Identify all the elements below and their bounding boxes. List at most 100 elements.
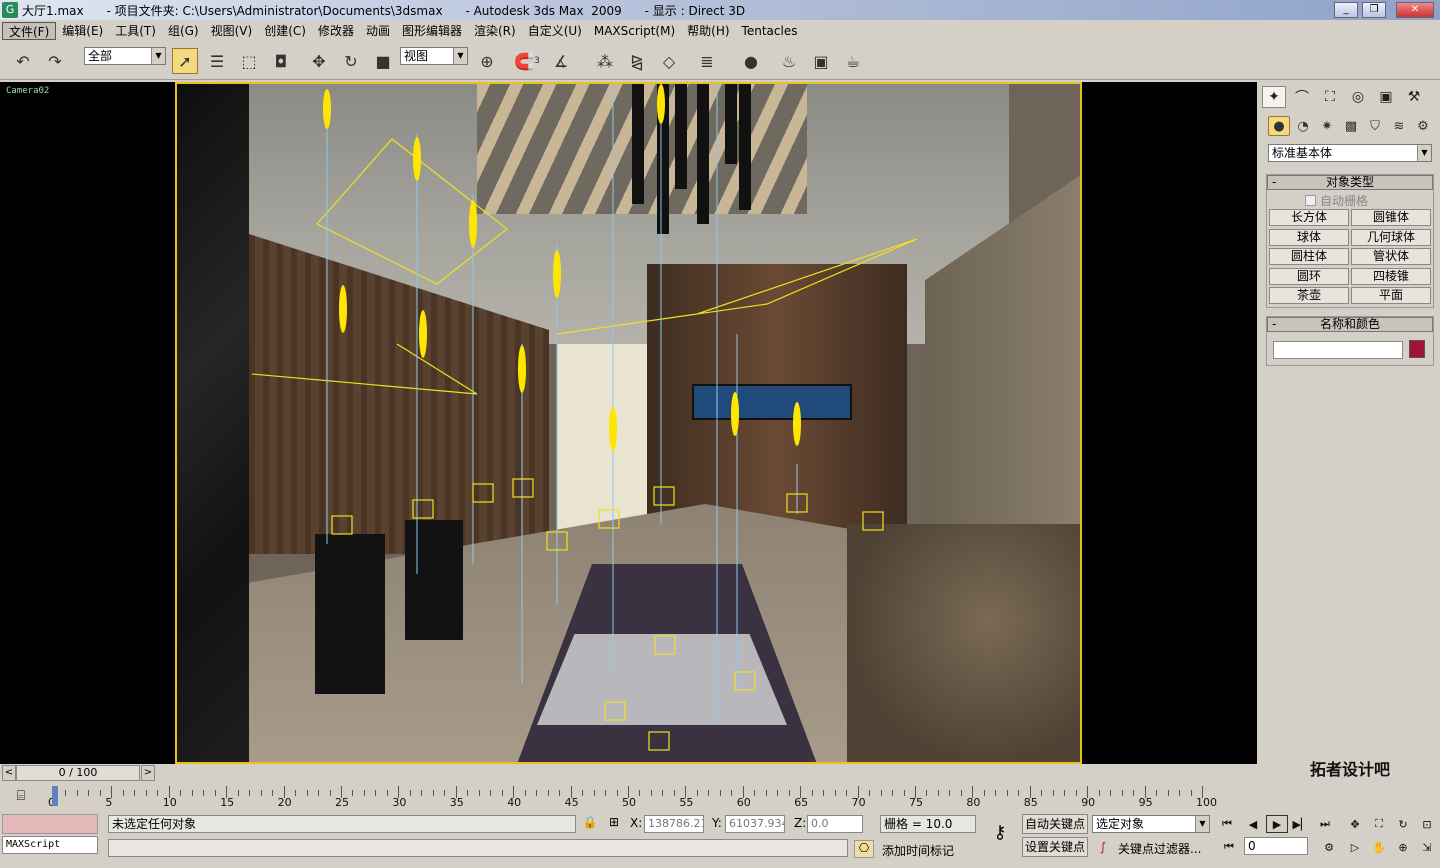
frame-ruler[interactable]: 0510152025303540455055606570758085909510… <box>48 784 1217 812</box>
window-crossing-icon[interactable]: ◘ <box>268 48 294 74</box>
transform-mode-icon[interactable]: ⊞ <box>606 815 622 833</box>
menu-tools[interactable]: 工具(T) <box>109 22 162 40</box>
cameras-icon[interactable]: ▩ <box>1340 116 1362 136</box>
field-of-view-icon[interactable]: ▷ <box>1344 838 1366 856</box>
undo-icon[interactable]: ↶ <box>10 48 36 74</box>
reference-coordinate-dropdown[interactable]: 视图 ▼ <box>400 47 468 65</box>
dolly-icon[interactable]: ⊕ <box>1392 838 1414 856</box>
pyramid-button[interactable]: 四棱锥 <box>1351 268 1431 285</box>
key-icon[interactable]: ⚷ <box>986 822 1014 844</box>
lock-icon[interactable]: 🔒 <box>582 815 598 833</box>
angle-snap-icon[interactable]: ∡ <box>548 48 574 74</box>
select-by-name-icon[interactable]: ☰ <box>204 48 230 74</box>
z-coordinate-field[interactable]: 0.0 <box>807 815 863 833</box>
rectangular-selection-icon[interactable]: ⬚ <box>236 48 262 74</box>
menu-rendering[interactable]: 渲染(R) <box>468 22 522 40</box>
cylinder-button[interactable]: 圆柱体 <box>1269 248 1349 265</box>
viewport-label[interactable]: Camera02 <box>6 86 49 96</box>
time-slider-thumb[interactable]: 0 / 100 <box>16 765 140 781</box>
curve-icon[interactable]: ∫ <box>1094 840 1112 858</box>
material-editor-icon[interactable]: ● <box>738 48 764 74</box>
snap-toggle-icon[interactable]: 🧲 3 <box>514 48 540 74</box>
selection-filter-dropdown[interactable]: 全部 ▼ <box>84 47 166 65</box>
zoom-icon[interactable]: ✥ <box>1344 815 1366 833</box>
orbit-icon[interactable]: ↻ <box>1392 815 1414 833</box>
time-tag-icon[interactable]: ⎔ <box>854 840 874 858</box>
object-category-dropdown[interactable]: 标准基本体 ▼ <box>1268 144 1432 162</box>
plane-button[interactable]: 平面 <box>1351 287 1431 304</box>
pan-icon[interactable]: ✋ <box>1368 838 1390 856</box>
menu-modifiers[interactable]: 修改器 <box>312 22 360 40</box>
menu-create[interactable]: 创建(C) <box>258 22 312 40</box>
maximize-viewport-icon[interactable]: ⊡ <box>1416 815 1438 833</box>
menu-group[interactable]: 组(G) <box>162 22 205 40</box>
named-selection-icon[interactable]: ⁂ <box>592 48 618 74</box>
time-config-icon[interactable]: ⚙ <box>1318 838 1340 856</box>
close-button[interactable]: ✕ <box>1396 2 1434 18</box>
systems-icon[interactable]: ⚙ <box>1412 116 1434 136</box>
menu-customize[interactable]: 自定义(U) <box>522 22 588 40</box>
previous-frame-icon[interactable]: ◀ <box>1242 815 1264 833</box>
object-name-field[interactable] <box>1273 341 1403 359</box>
redo-icon[interactable]: ↷ <box>42 48 68 74</box>
hierarchy-icon[interactable]: ⛶ <box>1318 86 1342 108</box>
restore-button[interactable]: ❐ <box>1362 2 1386 18</box>
shapes-icon[interactable]: ◔ <box>1292 116 1314 136</box>
key-mode-toggle-icon[interactable]: ⏮ <box>1218 838 1240 856</box>
y-coordinate-field[interactable]: 61037.934 <box>725 815 785 833</box>
current-frame-field[interactable]: 0 <box>1244 837 1308 855</box>
object-type-header[interactable]: - 对象类型 <box>1267 175 1433 190</box>
sphere-button[interactable]: 球体 <box>1269 229 1349 246</box>
teapot-button[interactable]: 茶壶 <box>1269 287 1349 304</box>
key-mode-dropdown[interactable]: 选定对象 ▼ <box>1092 815 1210 833</box>
render-setup-icon[interactable]: ♨ <box>776 48 802 74</box>
quick-render-icon[interactable]: ☕ <box>840 48 866 74</box>
zoom-all-icon[interactable]: ⛶ <box>1368 815 1390 833</box>
rendered-frame-icon[interactable]: ▣ <box>808 48 834 74</box>
geometry-icon[interactable]: ● <box>1268 116 1290 136</box>
app-icon[interactable]: G <box>2 2 18 18</box>
space-warps-icon[interactable]: ≋ <box>1388 116 1410 136</box>
utilities-icon[interactable]: ⚒ <box>1402 86 1426 108</box>
next-frame-button[interactable]: > <box>141 765 155 781</box>
menu-maxscript[interactable]: MAXScript(M) <box>588 22 681 40</box>
track-bar[interactable]: ⌸ 05101520253035404550556065707580859095… <box>0 784 1257 812</box>
maxscript-listener-field[interactable]: MAXScript <box>2 836 98 854</box>
select-object-icon[interactable]: ➚ <box>172 48 198 74</box>
motion-icon[interactable]: ◎ <box>1346 86 1370 108</box>
menu-tentacles[interactable]: Tentacles <box>736 22 804 40</box>
torus-button[interactable]: 圆环 <box>1269 268 1349 285</box>
align-icon[interactable]: ◇ <box>656 48 682 74</box>
auto-key-button[interactable]: 自动关键点 <box>1022 814 1088 834</box>
tube-button[interactable]: 管状体 <box>1351 248 1431 265</box>
camera-view[interactable] <box>175 82 1082 764</box>
key-filters-button[interactable]: 关键点过滤器... <box>1118 840 1201 857</box>
minimize-button[interactable]: _ <box>1334 2 1358 18</box>
time-slider[interactable]: < 0 / 100 > <box>0 764 1257 784</box>
create-icon[interactable]: ✦ <box>1262 86 1286 108</box>
helpers-icon[interactable]: ⛉ <box>1364 116 1386 136</box>
next-frame-icon[interactable]: ▶▏ <box>1290 815 1312 833</box>
viewport[interactable]: Camera02 <box>0 82 1257 764</box>
menu-graph-editors[interactable]: 图形编辑器 <box>396 22 468 40</box>
menu-edit[interactable]: 编辑(E) <box>56 22 109 40</box>
add-time-tag-button[interactable]: 添加时间标记 <box>882 842 954 859</box>
mini-curve-editor-icon[interactable]: ⌸ <box>10 788 32 806</box>
cone-button[interactable]: 圆锥体 <box>1351 209 1431 226</box>
geosphere-button[interactable]: 几何球体 <box>1351 229 1431 246</box>
modify-icon[interactable]: ⌒ <box>1290 86 1314 108</box>
pivot-center-icon[interactable]: ⊕ <box>474 48 500 74</box>
x-coordinate-field[interactable]: 138786.21 <box>644 815 704 833</box>
display-icon[interactable]: ▣ <box>1374 86 1398 108</box>
scale-icon[interactable]: ■ <box>370 48 396 74</box>
move-icon[interactable]: ✥ <box>306 48 332 74</box>
set-key-button[interactable]: 设置关键点 <box>1022 837 1088 857</box>
lights-icon[interactable]: ✷ <box>1316 116 1338 136</box>
menu-file[interactable]: 文件(F) <box>2 22 57 40</box>
prev-frame-button[interactable]: < <box>2 765 16 781</box>
object-color-swatch[interactable] <box>1409 340 1425 358</box>
region-zoom-icon[interactable]: ⇲ <box>1416 838 1438 856</box>
play-icon[interactable]: ▶ <box>1266 815 1288 833</box>
rotate-icon[interactable]: ↻ <box>338 48 364 74</box>
box-button[interactable]: 长方体 <box>1269 209 1349 226</box>
